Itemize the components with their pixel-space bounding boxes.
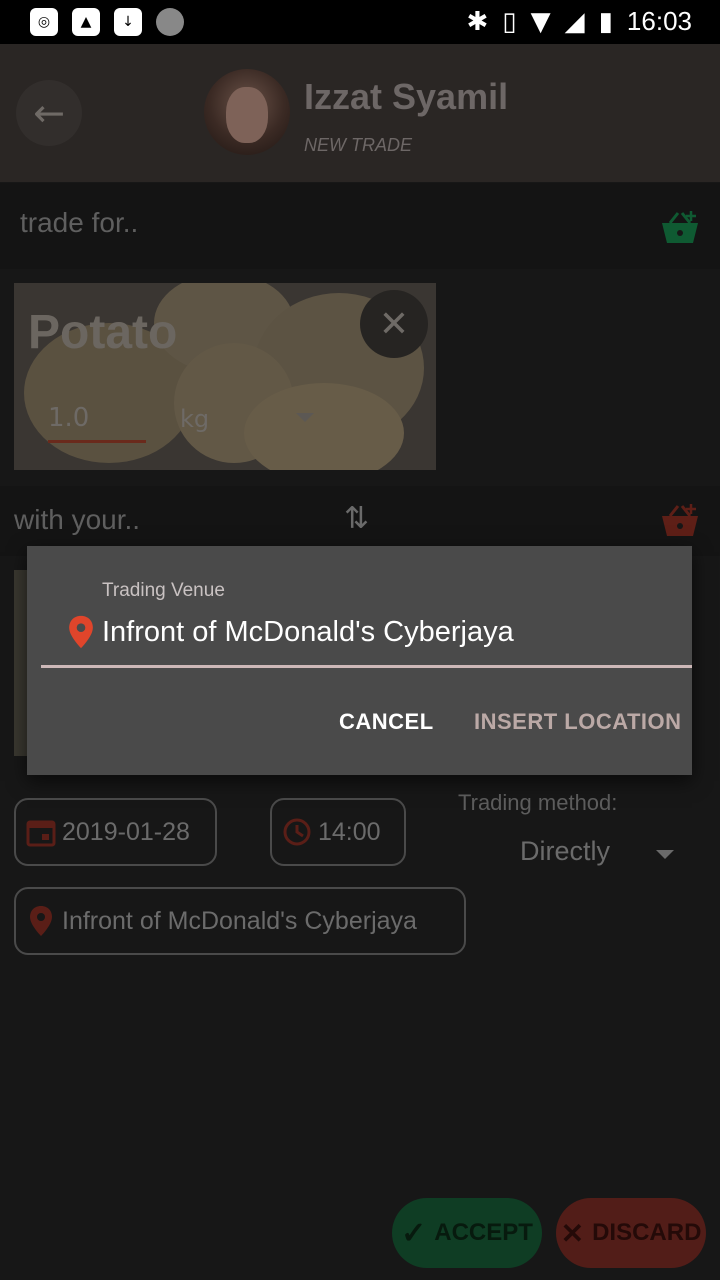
check-icon: ✓ — [401, 1216, 427, 1250]
clock-icon — [282, 817, 312, 847]
battery-icon: ▮ — [598, 6, 613, 37]
venue-input-underline — [41, 665, 692, 668]
date-value: 2019-01-28 — [62, 817, 190, 846]
trade-item-card[interactable]: Potato 1.0 kg ✕ — [14, 283, 436, 470]
remove-item-button[interactable]: ✕ — [360, 290, 428, 358]
trading-venue-dialog: Trading Venue Infront of McDonald's Cybe… — [27, 546, 692, 775]
close-icon: ✕ — [378, 303, 410, 345]
time-chip[interactable]: 14:00 — [270, 798, 406, 866]
avatar — [204, 69, 290, 155]
status-time: 16:03 — [626, 6, 692, 36]
back-button[interactable]: ← — [16, 80, 82, 146]
app-bar: ← Izzat Syamil NEW TRADE — [0, 44, 720, 182]
chevron-down-icon[interactable] — [656, 850, 674, 859]
chevron-down-icon[interactable] — [296, 413, 314, 422]
location-value: Infront of McDonald's Cyberjaya — [62, 906, 417, 935]
discard-button[interactable]: ✕ DISCARD — [556, 1198, 706, 1268]
discard-label: DISCARD — [592, 1219, 702, 1246]
venue-input[interactable]: Infront of McDonald's Cyberjaya — [102, 616, 514, 649]
item-name: Potato — [28, 306, 178, 359]
status-bar: ◎ ▲ ↓ ✱ ▯ ▼ ◢ ▮ 16:03 — [0, 0, 720, 44]
with-your-label: with your.. — [14, 504, 141, 535]
page-subtitle: NEW TRADE — [304, 135, 412, 155]
calendar-icon — [26, 817, 56, 847]
trade-for-label: trade for.. — [20, 207, 139, 238]
accept-button[interactable]: ✓ ACCEPT — [392, 1198, 542, 1268]
unit-select[interactable]: kg — [180, 405, 209, 433]
trading-method-label: Trading method: — [458, 790, 618, 815]
bluetooth-icon: ✱ — [466, 6, 489, 37]
cancel-button[interactable]: CANCEL — [339, 709, 434, 735]
notification-icon: ◎ — [30, 8, 58, 36]
signal-icon: ◢ — [564, 6, 585, 37]
location-chip[interactable]: Infront of McDonald's Cyberjaya — [14, 887, 466, 955]
map-pin-icon — [67, 614, 95, 650]
date-chip[interactable]: 2019-01-28 — [14, 798, 217, 866]
swap-icon[interactable]: ⇅ — [344, 501, 374, 537]
venue-field-label: Trading Venue — [102, 580, 225, 601]
accept-label: ACCEPT — [434, 1219, 533, 1246]
quantity-underline — [48, 440, 146, 443]
user-name: Izzat Syamil — [304, 76, 509, 117]
vibrate-icon: ▯ — [502, 6, 517, 37]
trade-for-header: trade for.. — [0, 183, 720, 269]
arrow-left-icon: ← — [33, 91, 65, 135]
wifi-icon: ▼ — [530, 6, 551, 37]
map-pin-icon — [26, 906, 56, 936]
download-icon: ↓ — [114, 8, 142, 36]
image-icon: ▲ — [72, 8, 100, 36]
sync-icon — [156, 8, 184, 36]
add-basket-icon[interactable] — [660, 502, 700, 540]
trading-method-select[interactable]: Directly — [520, 836, 610, 867]
time-value: 14:00 — [318, 817, 381, 846]
close-icon: ✕ — [560, 1217, 585, 1249]
quantity-input[interactable]: 1.0 — [48, 403, 89, 433]
insert-location-button[interactable]: INSERT LOCATION — [474, 709, 682, 735]
add-basket-icon[interactable] — [660, 209, 700, 247]
